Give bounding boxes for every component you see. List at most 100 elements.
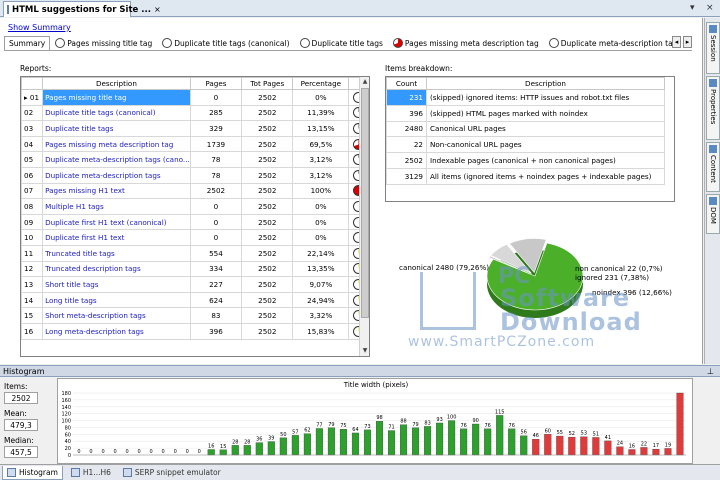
row-description[interactable]: Pages missing meta description tag [42, 135, 191, 153]
tab-summary[interactable]: Summary [4, 36, 51, 50]
table-row[interactable]: 07 Pages missing H1 text 2502 2502 100% [21, 182, 369, 200]
table-row[interactable]: 396 (skipped) HTML pages marked with noin… [386, 104, 665, 122]
histogram-bar[interactable] [363, 429, 371, 456]
histogram-bar[interactable] [520, 435, 528, 456]
histogram-bar[interactable] [544, 434, 552, 456]
table-row[interactable]: 2502 Indexable pages (canonical + non can… [386, 152, 665, 169]
histogram-bar[interactable] [424, 426, 432, 456]
histogram-bar[interactable] [580, 436, 588, 456]
table-row[interactable]: 22 Non-canonical URL pages [386, 136, 665, 154]
histogram-bar[interactable] [436, 422, 444, 456]
row-description[interactable]: Duplicate first H1 text [42, 229, 191, 246]
table-row[interactable]: ▸ 01 Pages missing title tag 0 2502 0% [21, 89, 369, 106]
row-description[interactable]: Multiple H1 tags [42, 198, 191, 215]
histogram-bar[interactable] [508, 428, 516, 456]
pin-icon[interactable]: ⊥ [707, 366, 714, 377]
histogram-bar[interactable] [652, 448, 660, 456]
histogram-bar[interactable] [231, 445, 239, 456]
histogram-bar[interactable] [448, 420, 456, 456]
row-description[interactable]: Duplicate first H1 text (canonical) [42, 213, 191, 231]
histogram-bar[interactable] [616, 446, 624, 456]
histogram-bar[interactable] [460, 428, 468, 456]
reports-column-header[interactable]: Percentage [292, 77, 350, 90]
tab-duplicate-title-tags-canonical[interactable]: Duplicate title tags (canonical) [157, 36, 294, 50]
histogram-bar[interactable] [267, 441, 275, 456]
reports-column-header[interactable]: Tot Pages [241, 77, 294, 90]
side-tab-properties[interactable]: Properties [706, 76, 720, 140]
table-row[interactable]: 09 Duplicate first H1 text (canonical) 0 25… [21, 213, 369, 231]
histogram-bar[interactable] [640, 447, 648, 456]
histogram-bar[interactable] [496, 415, 504, 456]
histogram-bar[interactable] [255, 442, 263, 456]
row-description[interactable]: Pages missing H1 text [42, 182, 191, 200]
table-row[interactable]: 10 Duplicate first H1 text 0 2502 0% [21, 229, 369, 246]
histogram-bar[interactable] [628, 449, 636, 456]
scroll-up-icon[interactable]: ▲ [360, 77, 369, 87]
table-row[interactable]: 3129 All items (ignored items + noindex p… [386, 167, 665, 185]
close-icon[interactable]: × [154, 5, 161, 14]
bottom-tab-serp-snippet-emulator[interactable]: SERP snippet emulator [119, 466, 225, 480]
table-row[interactable]: 04 Pages missing meta description tag 1739… [21, 135, 369, 153]
bottom-tab-histogram[interactable]: Histogram [2, 465, 63, 480]
reports-scrollbar[interactable]: ▲ ▼ [359, 77, 369, 356]
table-row[interactable]: 16 Long meta-description tags 396 2502 15,83… [21, 322, 369, 340]
row-description[interactable]: Short meta-description tags [42, 307, 191, 324]
reports-column-header[interactable]: Description [42, 77, 191, 90]
histogram-bar[interactable] [484, 428, 492, 456]
breakdown-column-header[interactable]: Count [386, 77, 427, 90]
tab-scroll-left-button[interactable]: ◂ [672, 36, 681, 48]
table-row[interactable]: 14 Long title tags 624 2502 24,94% [21, 291, 369, 309]
side-tab-dom[interactable]: DOM [706, 194, 720, 234]
histogram-bar[interactable] [339, 429, 347, 456]
row-description[interactable]: Long title tags [42, 291, 191, 309]
table-row[interactable]: 2480 Canonical URL pages [386, 120, 665, 138]
histogram-bar[interactable] [303, 433, 311, 456]
table-row[interactable]: 11 Truncated title tags 554 2502 22,14% [21, 244, 369, 262]
table-row[interactable]: 12 Truncated description tags 334 2502 13,35… [21, 260, 369, 278]
row-description[interactable]: Duplicate title tags (canonical) [42, 104, 191, 122]
histogram-bar[interactable] [243, 445, 251, 456]
histogram-bar[interactable] [676, 392, 684, 456]
reports-column-header[interactable]: Pages [189, 77, 243, 90]
histogram-bar[interactable] [207, 449, 215, 456]
histogram-bar[interactable] [279, 437, 287, 456]
histogram-bar[interactable] [568, 436, 576, 456]
histogram-bar[interactable] [400, 424, 408, 456]
tab-duplicate-title-tags[interactable]: Duplicate title tags [295, 36, 388, 50]
histogram-bar[interactable] [388, 430, 396, 456]
histogram-bar[interactable] [664, 448, 672, 456]
row-description[interactable]: Truncated title tags [42, 244, 191, 262]
histogram-bar[interactable] [532, 439, 540, 456]
bottom-tab-h1-h6[interactable]: H1...H6 [67, 466, 115, 480]
show-summary-link[interactable]: Show Summary [8, 23, 71, 32]
side-tab-content[interactable]: Content [706, 142, 720, 192]
breakdown-column-header[interactable]: Description [426, 77, 665, 90]
tab-scroll-right-button[interactable]: ▸ [683, 36, 692, 48]
row-description[interactable]: Long meta-description tags [42, 322, 191, 340]
document-tab[interactable]: HTML suggestions for Site ... × [3, 1, 161, 17]
histogram-bar[interactable] [315, 428, 323, 456]
histogram-bar[interactable] [604, 440, 612, 456]
reports-column-header[interactable] [21, 77, 44, 90]
histogram-bar[interactable] [412, 427, 420, 456]
row-description[interactable]: Duplicate meta-description tags [42, 166, 191, 184]
histogram-bar[interactable] [327, 427, 335, 456]
scrollbar-thumb[interactable] [361, 88, 369, 318]
tab-duplicate-meta-description-tags-canonical[interactable]: Duplicate meta-description tags (canonic… [544, 36, 692, 50]
table-row[interactable]: 13 Short title tags 227 2502 9,07% [21, 276, 369, 293]
table-row[interactable]: 03 Duplicate title tags 329 2502 13,15% [21, 120, 369, 137]
histogram-bar[interactable] [472, 423, 480, 456]
row-description[interactable]: Pages missing title tag [42, 89, 191, 106]
close-all-icon[interactable]: × [706, 3, 714, 13]
tab-pages-missing-title-tag[interactable]: Pages missing title tag [50, 36, 157, 50]
side-tab-session[interactable]: Session [706, 22, 720, 74]
row-description[interactable]: Duplicate meta-description tags (cano... [42, 151, 191, 168]
table-row[interactable]: 06 Duplicate meta-description tags 78 2502 3… [21, 166, 369, 184]
row-description[interactable]: Truncated description tags [42, 260, 191, 278]
histogram-bar[interactable] [556, 435, 564, 456]
table-row[interactable]: 02 Duplicate title tags (canonical) 285 250… [21, 104, 369, 122]
histogram-bar[interactable] [219, 449, 227, 456]
table-row[interactable]: 08 Multiple H1 tags 0 2502 0% [21, 198, 369, 215]
table-row[interactable]: 231 (skipped) ignored items: HTTP issues … [386, 89, 665, 106]
tab-pages-missing-meta-description-tag[interactable]: Pages missing meta description tag [388, 36, 544, 50]
